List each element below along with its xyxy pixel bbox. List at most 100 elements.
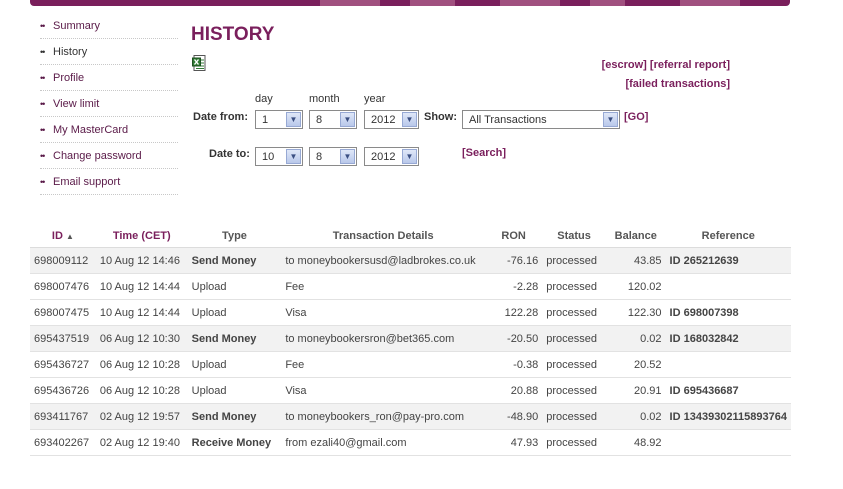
cell-status: processed [542, 299, 606, 326]
column-header-status: Status [542, 224, 606, 248]
table-row: 698007475 10 Aug 12 14:44 Upload Visa 122.28… [30, 299, 791, 326]
cell-balance: 20.52 [605, 351, 666, 378]
cell-id: 698009112 [30, 247, 96, 274]
cell-type: Upload [187, 273, 282, 300]
sidebar-item-label: My MasterCard [53, 123, 129, 136]
cell-balance: 120.02 [605, 273, 666, 300]
table-row: 695436726 06 Aug 12 10:28 Upload Visa 20.88 p… [30, 377, 791, 404]
to-month-value: 8 [316, 151, 323, 163]
to-month-select[interactable]: 8 ▼ [309, 147, 357, 166]
cell-time: 06 Aug 12 10:28 [95, 377, 188, 404]
cell-type[interactable]: Send Money [187, 325, 282, 352]
to-day-select[interactable]: 10 ▼ [255, 147, 303, 166]
cell-type: Upload [187, 377, 282, 404]
cell-id: 698007475 [30, 299, 96, 326]
bullet-icon: •• [40, 98, 45, 109]
chevron-down-icon: ▼ [286, 112, 301, 127]
cell-reference[interactable]: ID 13439302115893764 [665, 403, 791, 430]
sidebar-item-label: Summary [53, 19, 101, 32]
sidebar-item-view-limit[interactable]: •• View limit [40, 91, 178, 117]
sidebar-item-label: History [53, 45, 88, 58]
show-value: All Transactions [469, 114, 547, 126]
cell-type[interactable]: Send Money [187, 247, 282, 274]
bullet-icon: •• [40, 150, 45, 161]
cell-ron: 47.93 [485, 429, 543, 456]
sidebar-item-history[interactable]: •• History [40, 39, 178, 65]
cell-balance: 0.02 [605, 403, 666, 430]
to-day-value: 10 [262, 151, 275, 163]
cell-balance: 20.91 [605, 377, 666, 404]
from-year-select[interactable]: 2012 ▼ [364, 110, 419, 129]
cell-reference[interactable]: ID 168032842 [665, 325, 791, 352]
chevron-down-icon: ▼ [286, 149, 301, 164]
chevron-down-icon: ▼ [340, 112, 355, 127]
cell-details: to moneybookers_ron@pay-pro.com [281, 403, 486, 430]
show-transactions-select[interactable]: All Transactions ▼ [462, 110, 620, 129]
from-year-value: 2012 [371, 114, 396, 126]
cell-ron: -48.90 [485, 403, 543, 430]
from-month-select[interactable]: 8 ▼ [309, 110, 357, 129]
sidebar-item-label: Email support [53, 175, 121, 188]
cell-type[interactable]: Receive Money [187, 429, 282, 456]
cell-status: processed [542, 247, 606, 274]
cell-details: to moneybookersusd@ladbrokes.co.uk [281, 247, 486, 274]
cell-reference [665, 351, 791, 378]
bullet-icon: •• [40, 124, 45, 135]
sidebar-item-label: View limit [53, 97, 100, 110]
column-header-reference: Reference [665, 224, 791, 248]
sidebar-item-email-support[interactable]: •• Email support [40, 169, 178, 195]
from-month-value: 8 [316, 114, 323, 126]
chevron-down-icon: ▼ [402, 112, 417, 127]
cell-details: from ezali40@gmail.com [281, 429, 486, 456]
chevron-down-icon: ▼ [603, 112, 618, 127]
column-header-id[interactable]: ID ▲ [30, 224, 96, 248]
sidebar-item-summary[interactable]: •• Summary [40, 13, 178, 39]
cell-status: processed [542, 325, 606, 352]
cell-reference[interactable]: ID 695436687 [665, 377, 791, 404]
column-header-balance: Balance [605, 224, 666, 248]
failed-transactions-link[interactable]: [failed transactions] [625, 78, 730, 90]
cell-balance: 43.85 [605, 247, 666, 274]
cell-reference[interactable]: ID 698007398 [665, 299, 791, 326]
column-header-time[interactable]: Time (CET) [95, 224, 188, 248]
chevron-down-icon: ▼ [402, 149, 417, 164]
cell-status: processed [542, 273, 606, 300]
go-button[interactable]: [GO] [624, 111, 648, 123]
cell-reference[interactable]: ID 265212639 [665, 247, 791, 274]
cell-balance: 122.30 [605, 299, 666, 326]
to-year-select[interactable]: 2012 ▼ [364, 147, 419, 166]
cell-type: Upload [187, 299, 282, 326]
cell-id: 693411767 [30, 403, 96, 430]
cell-ron: -76.16 [485, 247, 543, 274]
cell-type[interactable]: Send Money [187, 403, 282, 430]
escrow-link[interactable]: [escrow] [602, 59, 647, 71]
excel-export-icon[interactable] [192, 55, 206, 71]
cell-status: processed [542, 403, 606, 430]
cell-details: to moneybookersron@bet365.com [281, 325, 486, 352]
cell-ron: -2.28 [485, 273, 543, 300]
referral-report-link[interactable]: [referral report] [650, 59, 730, 71]
cell-ron: -20.50 [485, 325, 543, 352]
cell-details: Visa [281, 299, 486, 326]
cell-ron: 122.28 [485, 299, 543, 326]
sidebar-item-change-password[interactable]: •• Change password [40, 143, 178, 169]
cell-balance: 0.02 [605, 325, 666, 352]
cell-time: 02 Aug 12 19:57 [95, 403, 188, 430]
cell-details: Fee [281, 351, 486, 378]
column-header-details: Transaction Details [281, 224, 486, 248]
table-header-row: ID ▲ Time (CET) Type Transaction Details… [30, 224, 791, 248]
sidebar-item-my-mastercard[interactable]: •• My MasterCard [40, 117, 178, 143]
date-from-label: Date from: [193, 111, 249, 123]
cell-reference [665, 429, 791, 456]
sidebar-item-profile[interactable]: •• Profile [40, 65, 178, 91]
cell-status: processed [542, 351, 606, 378]
history-table: ID ▲ Time (CET) Type Transaction Details… [30, 224, 791, 456]
search-button[interactable]: [Search] [462, 147, 506, 159]
from-day-select[interactable]: 1 ▼ [255, 110, 303, 129]
to-year-value: 2012 [371, 151, 396, 163]
bullet-icon: •• [40, 46, 45, 57]
show-label: Show: [424, 111, 457, 123]
table-row: 698009112 10 Aug 12 14:46 Send Money to mon… [30, 247, 791, 274]
year-column-label: year [364, 93, 386, 105]
chevron-down-icon: ▼ [340, 149, 355, 164]
